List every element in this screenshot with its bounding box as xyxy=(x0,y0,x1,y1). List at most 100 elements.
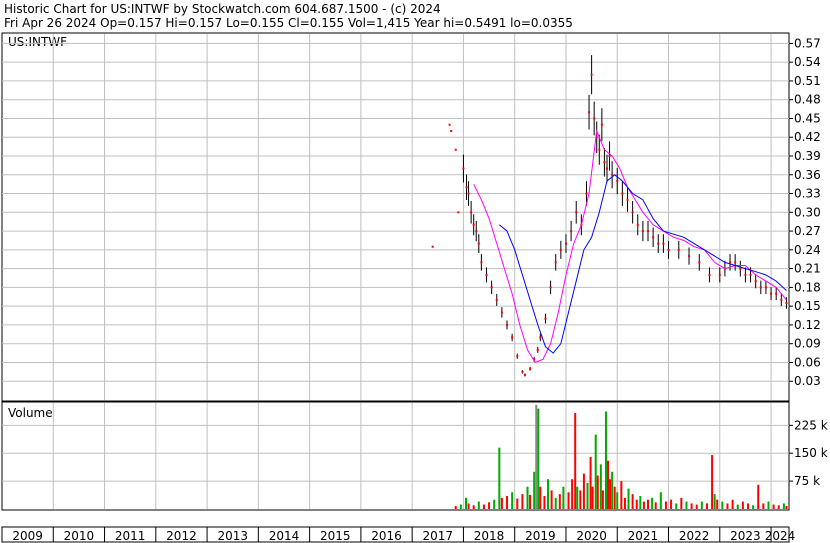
y-tick-label: 0.42 xyxy=(794,130,821,144)
volume-bar xyxy=(464,497,467,509)
y-tick-label: 0.24 xyxy=(794,243,821,257)
price-close-dot xyxy=(480,261,483,264)
volume-bar xyxy=(762,503,765,509)
price-close-dot xyxy=(749,273,752,276)
volume-bar xyxy=(596,475,599,509)
volume-bar xyxy=(576,486,579,509)
volume-bar xyxy=(695,504,698,509)
price-panel-label: US:INTWF xyxy=(8,35,67,49)
y-tick-label: 0.18 xyxy=(794,280,821,294)
price-close-dot xyxy=(698,261,701,264)
x-tick-label: 2016 xyxy=(371,529,402,543)
volume-bar xyxy=(685,501,688,509)
volume-bar xyxy=(579,490,582,509)
price-close-dot xyxy=(467,192,470,195)
price-close-dot xyxy=(431,245,434,248)
price-close-dot xyxy=(585,192,588,195)
x-tick-label: 2015 xyxy=(320,529,351,543)
price-close-dot xyxy=(626,198,629,201)
price-close-dot xyxy=(600,123,603,126)
chart-header-quote: Fri Apr 26 2024 Op=0.157 Hi=0.157 Lo=0.1… xyxy=(4,16,573,30)
volume-bar xyxy=(741,501,744,509)
price-close-dot xyxy=(470,211,473,214)
volume-bar xyxy=(571,479,574,509)
volume-bar xyxy=(472,505,475,509)
price-close-dot xyxy=(588,111,591,114)
price-close-dot xyxy=(603,161,606,164)
price-close-dot xyxy=(667,248,670,251)
volume-bar xyxy=(454,506,457,509)
volume-bar xyxy=(675,503,678,509)
price-close-dot xyxy=(539,336,542,339)
x-tick-label: 2014 xyxy=(269,529,300,543)
y-tick-label: 0.21 xyxy=(794,262,821,276)
volume-bar xyxy=(767,501,770,509)
price-close-dot xyxy=(521,370,524,373)
volume-bar xyxy=(488,502,491,509)
price-close-dot xyxy=(511,336,514,339)
x-tick-label: 2020 xyxy=(576,529,607,543)
volume-bar xyxy=(511,492,514,509)
chart-background xyxy=(0,0,830,543)
price-close-dot xyxy=(457,211,460,214)
price-close-dot xyxy=(662,242,665,245)
volume-bar xyxy=(631,494,634,509)
price-close-dot xyxy=(477,242,480,245)
volume-bar xyxy=(731,499,734,509)
price-close-dot xyxy=(448,123,451,126)
volume-tick-label: 150 k xyxy=(794,446,828,460)
volume-bar xyxy=(752,505,755,509)
volume-bar xyxy=(574,413,577,509)
volume-bar xyxy=(601,490,604,509)
volume-bar xyxy=(594,434,597,509)
volume-bar xyxy=(526,486,529,509)
price-close-dot xyxy=(759,286,762,289)
x-tick-label: 2009 xyxy=(12,529,43,543)
volume-bar xyxy=(736,504,739,509)
volume-tick-label: 75 k xyxy=(794,474,820,488)
volume-bar xyxy=(582,473,585,509)
price-close-dot xyxy=(536,348,539,351)
volume-bar xyxy=(543,495,546,509)
volume-bar xyxy=(529,494,532,509)
price-close-dot xyxy=(495,298,498,301)
price-close-dot xyxy=(472,223,475,226)
price-close-dot xyxy=(564,242,567,245)
y-tick-label: 0.57 xyxy=(794,36,821,50)
price-close-dot xyxy=(652,236,655,239)
y-tick-label: 0.03 xyxy=(794,374,821,388)
price-close-dot xyxy=(506,323,509,326)
x-tick-label: 2018 xyxy=(474,529,505,543)
volume-bar xyxy=(620,481,623,509)
volume-bar xyxy=(467,503,470,509)
price-close-dot xyxy=(529,367,532,370)
volume-bar xyxy=(535,404,538,509)
volume-bar xyxy=(664,501,667,509)
price-close-dot xyxy=(544,317,547,320)
chart-header-title: Historic Chart for US:INTWF by Stockwatc… xyxy=(4,2,441,16)
price-close-dot xyxy=(636,223,639,226)
volume-bar xyxy=(550,490,553,509)
price-close-dot xyxy=(647,230,650,233)
y-tick-label: 0.36 xyxy=(794,168,821,182)
volume-bar xyxy=(609,479,612,509)
y-tick-label: 0.54 xyxy=(794,55,821,69)
volume-bar xyxy=(516,498,519,509)
volume-bar xyxy=(721,501,724,509)
volume-bar xyxy=(616,492,619,509)
volume-bar xyxy=(647,499,650,509)
x-tick-label: 2023 xyxy=(730,529,761,543)
volume-bar xyxy=(711,455,714,509)
volume-bar xyxy=(726,503,729,509)
y-tick-label: 0.48 xyxy=(794,93,821,107)
volume-bar xyxy=(459,504,462,509)
price-close-dot xyxy=(523,373,526,376)
price-close-dot xyxy=(621,192,624,195)
volume-bar xyxy=(713,494,716,509)
x-tick-label: 2024 xyxy=(765,529,796,543)
x-tick-label: 2021 xyxy=(628,529,659,543)
volume-bar xyxy=(589,456,592,509)
price-close-dot xyxy=(729,261,732,264)
volume-bar xyxy=(591,486,594,509)
price-close-dot xyxy=(611,173,614,176)
